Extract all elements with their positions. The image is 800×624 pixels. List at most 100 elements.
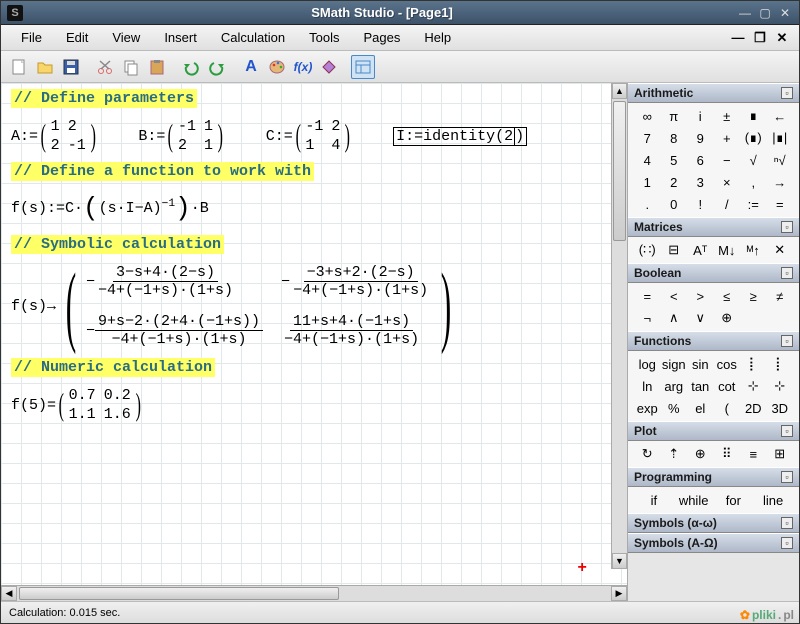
palette-button[interactable]: ( [714, 398, 741, 418]
horizontal-scrollbar[interactable]: ◀ ▶ [1, 585, 627, 601]
new-doc-icon[interactable] [7, 55, 31, 79]
scroll-thumb[interactable] [613, 101, 626, 241]
palette-button[interactable]: ⊕ [687, 444, 714, 464]
palette-button[interactable]: / [714, 194, 741, 214]
palette-button[interactable]: ⇡ [661, 444, 688, 464]
collapse-icon[interactable]: ▫ [781, 267, 793, 279]
menu-insert[interactable]: Insert [152, 27, 209, 48]
menu-view[interactable]: View [100, 27, 152, 48]
palette-button[interactable]: ! [687, 194, 714, 214]
palette-icon[interactable] [265, 55, 289, 79]
palette-button[interactable]: for [714, 490, 754, 510]
palette-button[interactable]: 3 [687, 172, 714, 192]
collapse-icon[interactable]: ▫ [781, 517, 793, 529]
open-doc-icon[interactable] [33, 55, 57, 79]
palette-button[interactable]: M↓ [714, 240, 741, 260]
palette-button[interactable]: while [674, 490, 714, 510]
collapse-icon[interactable]: ▫ [781, 335, 793, 347]
palette-button[interactable]: √ [740, 150, 767, 170]
palette-button[interactable]: := [740, 194, 767, 214]
palette-button[interactable]: ✕ [767, 240, 794, 260]
diamond-icon[interactable] [317, 55, 341, 79]
palette-button[interactable]: ∎ [740, 106, 767, 126]
palette-button[interactable]: 2D [740, 398, 767, 418]
palette-button[interactable]: line [753, 490, 793, 510]
palette-button[interactable]: ⊹ [767, 376, 794, 396]
palette-button[interactable]: tan [687, 376, 714, 396]
palette-button[interactable]: ⁿ√ [767, 150, 794, 170]
cut-icon[interactable] [93, 55, 117, 79]
palette-button[interactable]: ⊟ [661, 240, 688, 260]
palette-button[interactable]: ⊹ [740, 376, 767, 396]
panel-boolean-title[interactable]: Boolean▫ [628, 263, 799, 283]
mdi-close-button[interactable]: ✕ [773, 31, 791, 45]
scroll-up-icon[interactable]: ▲ [612, 83, 627, 99]
palette-button[interactable]: log [634, 354, 661, 374]
mdi-restore-button[interactable]: ❐ [751, 31, 769, 45]
define-i-active[interactable]: I:=identity(2) [393, 127, 527, 146]
palette-button[interactable]: arg [661, 376, 688, 396]
palette-button[interactable]: → [767, 172, 794, 192]
copy-icon[interactable] [119, 55, 143, 79]
panel-programming-title[interactable]: Programming▫ [628, 467, 799, 487]
collapse-icon[interactable]: ▫ [781, 471, 793, 483]
palette-button[interactable]: if [634, 490, 674, 510]
panel-toggle-icon[interactable] [351, 55, 375, 79]
palette-button[interactable]: ⊞ [767, 444, 794, 464]
palette-button[interactable]: ∧ [661, 308, 688, 328]
fx-icon[interactable]: f(x) [291, 55, 315, 79]
collapse-icon[interactable]: ▫ [781, 87, 793, 99]
palette-button[interactable]: Aᵀ [687, 240, 714, 260]
palette-button[interactable]: ≥ [740, 286, 767, 306]
palette-button[interactable]: cot [714, 376, 741, 396]
panel-symbols-uc-title[interactable]: Symbols (A-Ω)▫ [628, 533, 799, 553]
menu-file[interactable]: File [9, 27, 54, 48]
palette-button[interactable]: sign [661, 354, 688, 374]
palette-button[interactable]: × [714, 172, 741, 192]
palette-button[interactable]: sin [687, 354, 714, 374]
palette-button[interactable]: ∨ [687, 308, 714, 328]
menu-pages[interactable]: Pages [352, 27, 413, 48]
palette-button[interactable]: el [687, 398, 714, 418]
panel-plot-title[interactable]: Plot▫ [628, 421, 799, 441]
palette-button[interactable]: , [740, 172, 767, 192]
palette-button[interactable]: ⡇ [740, 354, 767, 374]
palette-button[interactable]: 3D [767, 398, 794, 418]
vertical-scrollbar[interactable]: ▲ ▼ [611, 83, 627, 569]
scroll-right-icon[interactable]: ▶ [611, 586, 627, 601]
palette-button[interactable]: ± [714, 106, 741, 126]
palette-button[interactable]: 8 [661, 128, 688, 148]
maximize-button[interactable]: ▢ [757, 5, 773, 21]
scroll-thumb[interactable] [19, 587, 339, 600]
palette-button[interactable]: ln [634, 376, 661, 396]
palette-button[interactable]: (∷) [634, 240, 661, 260]
worksheet-canvas[interactable]: // Define parameters A:=(122-1) B:=(-112… [1, 83, 627, 585]
menu-tools[interactable]: Tools [297, 27, 351, 48]
panel-matrices-title[interactable]: Matrices▫ [628, 217, 799, 237]
save-doc-icon[interactable] [59, 55, 83, 79]
palette-button[interactable]: exp [634, 398, 661, 418]
palette-button[interactable]: = [767, 194, 794, 214]
palette-button[interactable]: 7 [634, 128, 661, 148]
undo-icon[interactable] [179, 55, 203, 79]
palette-button[interactable] [767, 308, 794, 328]
menu-calculation[interactable]: Calculation [209, 27, 297, 48]
palette-button[interactable]: i [687, 106, 714, 126]
palette-button[interactable]: 2 [661, 172, 688, 192]
palette-button[interactable]: ≤ [714, 286, 741, 306]
palette-button[interactable]: 4 [634, 150, 661, 170]
collapse-icon[interactable]: ▫ [781, 537, 793, 549]
panel-functions-title[interactable]: Functions▫ [628, 331, 799, 351]
palette-button[interactable]: 1 [634, 172, 661, 192]
palette-button[interactable]: 9 [687, 128, 714, 148]
redo-icon[interactable] [205, 55, 229, 79]
palette-button[interactable]: − [714, 150, 741, 170]
palette-button[interactable]: . [634, 194, 661, 214]
palette-button[interactable]: ≡ [740, 444, 767, 464]
palette-button[interactable]: ↻ [634, 444, 661, 464]
palette-button[interactable] [740, 308, 767, 328]
panel-symbols-lc-title[interactable]: Symbols (α-ω)▫ [628, 513, 799, 533]
collapse-icon[interactable]: ▫ [781, 221, 793, 233]
palette-button[interactable]: ⠿ [714, 444, 741, 464]
palette-button[interactable]: 5 [661, 150, 688, 170]
